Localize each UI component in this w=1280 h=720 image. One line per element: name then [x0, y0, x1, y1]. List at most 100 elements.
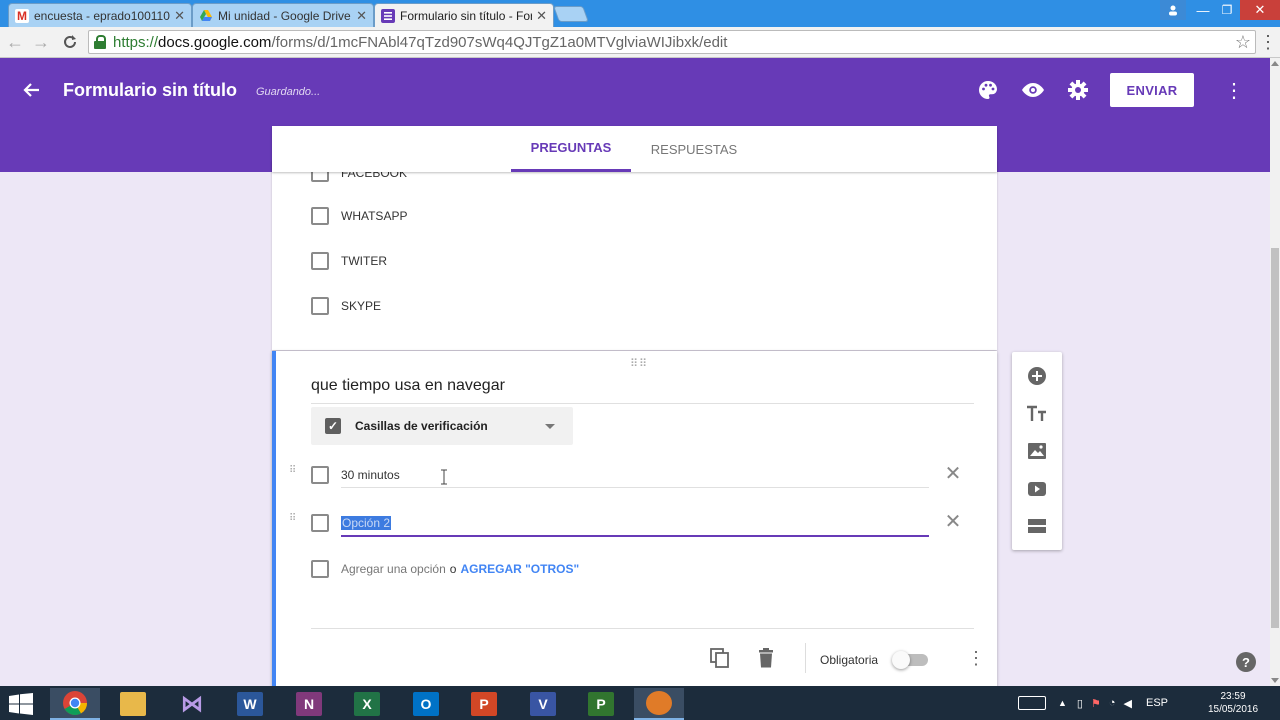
required-toggle-thumb[interactable] [892, 651, 910, 669]
reload-icon[interactable] [59, 31, 81, 53]
page-scrollbar[interactable] [1270, 58, 1280, 686]
more-options-icon[interactable]: ⋮ [966, 647, 986, 669]
windows-start-icon[interactable] [8, 693, 34, 715]
more-options-icon[interactable]: ⋮ [1224, 78, 1244, 102]
close-tab-icon[interactable]: ✕ [536, 8, 547, 24]
excel-icon: X [354, 692, 380, 716]
question-card-active[interactable]: ⠿⠿ que tiempo usa en navegar ✓ Casillas … [272, 351, 997, 691]
add-question-icon[interactable] [1025, 364, 1049, 388]
add-video-icon[interactable] [1025, 477, 1049, 501]
scroll-up-arrow-icon[interactable] [1271, 61, 1279, 66]
flag-icon[interactable]: ⚑ [1091, 697, 1101, 710]
form-tabs-card: PREGUNTAS RESPUESTAS [272, 126, 997, 172]
remove-option-icon[interactable]: ✕ [941, 461, 965, 485]
add-title-icon[interactable] [1025, 402, 1049, 426]
duplicate-icon[interactable] [709, 647, 731, 669]
taskbar-outlook[interactable]: O [401, 688, 451, 720]
back-arrow-icon[interactable]: ← [4, 31, 26, 53]
option-label: WHATSAPP [341, 209, 408, 223]
recorder-icon [646, 691, 672, 715]
url-host: docs.google.com [158, 33, 272, 51]
close-window-icon[interactable]: ✕ [1240, 0, 1280, 20]
question-title-input[interactable]: que tiempo usa en navegar [311, 377, 974, 404]
help-icon[interactable]: ? [1236, 652, 1256, 672]
taskbar-file-explorer[interactable] [108, 688, 158, 720]
close-tab-icon[interactable]: ✕ [174, 8, 185, 24]
checkbox [311, 560, 329, 578]
scroll-down-arrow-icon[interactable] [1271, 678, 1279, 683]
volume-icon[interactable]: ◀ [1124, 697, 1132, 710]
preview-eye-icon[interactable] [1021, 78, 1045, 102]
send-button[interactable]: ENVIAR [1110, 73, 1194, 107]
text-cursor-icon [441, 469, 447, 485]
bookmark-star-icon[interactable]: ☆ [1231, 31, 1255, 53]
taskbar-visio[interactable]: V [518, 688, 568, 720]
list-item: SKYPE [311, 297, 381, 315]
minimize-window-icon[interactable]: — [1190, 0, 1216, 20]
browser-tab-gmail[interactable]: M encuesta - eprado100110 ✕ [8, 3, 192, 27]
forward-arrow-icon[interactable]: → [30, 31, 52, 53]
back-arrow-icon[interactable] [20, 78, 44, 102]
floating-toolbar [1012, 352, 1062, 550]
add-other-link[interactable]: AGREGAR "OTROS" [460, 562, 579, 576]
option-label: TWITER [341, 254, 387, 268]
scrollbar-thumb[interactable] [1271, 248, 1279, 628]
question-type-dropdown[interactable]: ✓ Casillas de verificación [311, 407, 573, 445]
settings-gear-icon[interactable] [1066, 78, 1090, 102]
chrome-menu-icon[interactable]: ⋮ [1258, 31, 1278, 53]
visio-icon: V [530, 692, 556, 716]
taskbar-powerpoint[interactable]: P [459, 688, 509, 720]
list-item: 30 minutos [311, 466, 400, 484]
browser-tab-forms[interactable]: Formulario sin título - For ✕ [374, 3, 554, 27]
chrome-icon [63, 691, 87, 716]
delete-trash-icon[interactable] [755, 647, 777, 669]
checkbox [311, 514, 329, 532]
drag-handle-icon[interactable]: ⠿⠿ [630, 357, 648, 370]
project-icon: P [588, 692, 614, 716]
add-section-icon[interactable] [1025, 514, 1049, 538]
wifi-icon[interactable]: ◔ [1109, 697, 1116, 709]
keyboard-icon[interactable] [1018, 696, 1046, 710]
tab-responses[interactable]: RESPUESTAS [634, 126, 754, 172]
taskbar-word[interactable]: W [225, 688, 275, 720]
form-title[interactable]: Formulario sin título [63, 80, 237, 101]
browser-tabstrip: M encuesta - eprado100110 ✕ Mi unidad - … [0, 0, 1280, 27]
close-tab-icon[interactable]: ✕ [356, 8, 367, 24]
drag-handle-icon[interactable]: ⠿ [289, 514, 301, 524]
palette-icon[interactable] [976, 78, 1000, 102]
restore-window-icon[interactable]: ❐ [1214, 0, 1240, 20]
windows-taskbar: ⋈ W N X O P V P ▲ ▯ ⚑ ◔ ◀ ESP 23:59 15/0… [0, 686, 1280, 720]
drag-handle-icon[interactable]: ⠿ [289, 466, 301, 476]
profile-icon[interactable] [1160, 0, 1186, 20]
tab-questions[interactable]: PREGUNTAS [511, 126, 631, 172]
taskbar-onenote[interactable]: N [284, 688, 334, 720]
option-input[interactable]: 30 minutos [341, 468, 400, 482]
checkbox[interactable] [311, 207, 329, 225]
clock-date: 15/05/2016 [1207, 704, 1259, 715]
language-indicator[interactable]: ESP [1146, 697, 1168, 709]
add-option-row: Agregar una opción o AGREGAR "OTROS" [311, 560, 579, 578]
taskbar-recorder[interactable] [634, 688, 684, 720]
outlook-icon: O [413, 692, 439, 716]
browser-tab-drive[interactable]: Mi unidad - Google Drive ✕ [192, 3, 374, 27]
save-status: Guardando... [256, 86, 321, 98]
powerpoint-icon: P [471, 692, 497, 716]
taskbar-visual-studio[interactable]: ⋈ [167, 688, 217, 720]
clock-time: 23:59 [1220, 691, 1246, 702]
checkbox[interactable] [311, 252, 329, 270]
taskbar-excel[interactable]: X [342, 688, 392, 720]
network-icon[interactable]: ▯ [1077, 697, 1083, 710]
address-bar[interactable]: https:// docs.google.com /forms/d/1mcFNA… [88, 30, 1256, 54]
add-image-icon[interactable] [1025, 439, 1049, 463]
remove-option-icon[interactable]: ✕ [941, 509, 965, 533]
taskbar-clock[interactable]: 23:59 15/05/2016 [1200, 690, 1266, 716]
add-option-link[interactable]: Agregar una opción [341, 562, 446, 576]
tray-expand-icon[interactable]: ▲ [1058, 698, 1067, 708]
taskbar-project[interactable]: P [576, 688, 626, 720]
list-item: TWITER [311, 252, 387, 270]
option-input-selected[interactable]: Opción 2 [341, 516, 392, 530]
new-tab-button[interactable] [553, 6, 589, 22]
required-label: Obligatoria [820, 653, 879, 667]
checkbox[interactable] [311, 297, 329, 315]
taskbar-chrome[interactable] [50, 688, 100, 720]
